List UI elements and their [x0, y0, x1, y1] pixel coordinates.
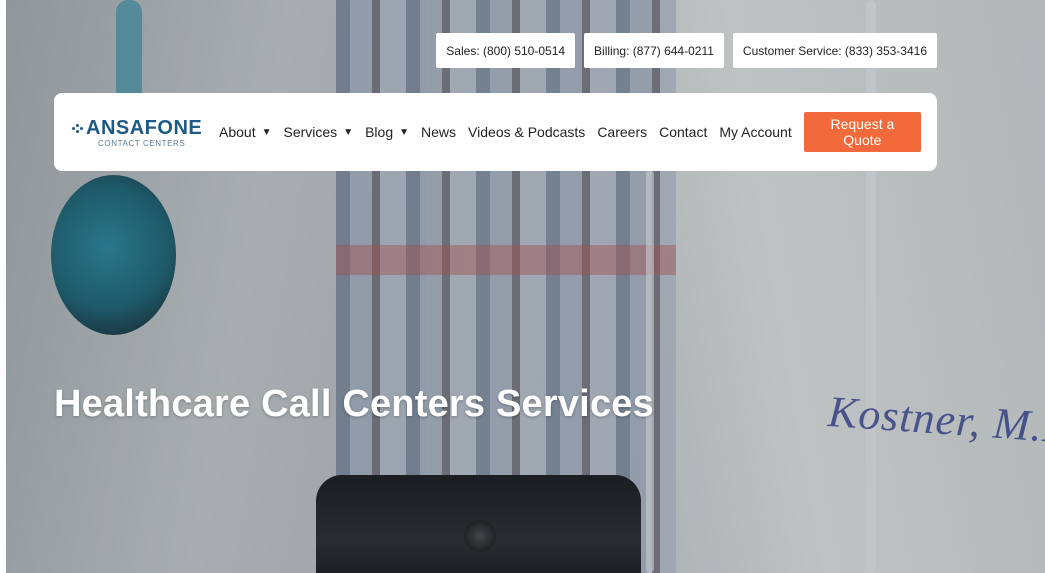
lab-coat-left [6, 0, 426, 573]
lab-coat-right [616, 0, 1045, 573]
nav-item-label: Services [283, 124, 338, 140]
nav-item-careers[interactable]: Careers [597, 124, 647, 140]
page-title: Healthcare Call Centers Services [54, 383, 654, 425]
shirt-stripe [336, 245, 676, 275]
nav-item-label: About [219, 124, 256, 140]
caret-down-icon: ▼ [343, 126, 354, 138]
nav-item-services[interactable]: Services ▼ [284, 124, 354, 140]
stethoscope-tube-center [646, 170, 654, 573]
caret-down-icon: ▼ [399, 126, 410, 138]
nav-menu: About ▼ Services ▼ Blog ▼ News Videos & … [219, 124, 804, 140]
billing-phone-link[interactable]: Billing: (877) 644-0211 [584, 33, 724, 68]
coat-embroidery: Kostner, M.D. [826, 386, 1045, 455]
image-overlay [6, 0, 1045, 573]
stethoscope-tube-right [866, 0, 876, 573]
nav-item-label: Blog [365, 124, 394, 140]
nav-item-about[interactable]: About ▼ [219, 124, 272, 140]
request-quote-button[interactable]: Request a Quote [803, 112, 921, 152]
logo-tagline: CONTACT CENTERS [98, 138, 186, 148]
caret-down-icon: ▼ [261, 126, 272, 138]
stethoscope-chestpiece [51, 175, 176, 335]
nav-item-news[interactable]: News [421, 124, 456, 140]
nav-item-my-account[interactable]: My Account [719, 124, 791, 140]
customer-service-phone-link[interactable]: Customer Service: (833) 353-3416 [732, 33, 937, 68]
hero-background: Kostner, M.D. [6, 0, 1045, 573]
logo-wordmark: ANSAFONE [86, 116, 203, 139]
mobile-phone [316, 475, 641, 573]
phone-bar: Sales: (800) 510-0514 Billing: (877) 644… [436, 33, 937, 68]
sales-phone-link[interactable]: Sales: (800) 510-0514 [436, 33, 576, 68]
main-navbar: ANSAFONE CONTACT CENTERS About ▼ Service… [54, 93, 937, 171]
ansafone-logo[interactable]: ANSAFONE CONTACT CENTERS [70, 117, 205, 148]
nav-item-blog[interactable]: Blog ▼ [365, 124, 409, 140]
phone-camera [464, 520, 496, 552]
logo-dots-icon [70, 121, 84, 135]
nav-item-videos-podcasts[interactable]: Videos & Podcasts [468, 124, 585, 140]
plaid-shirt [336, 0, 676, 573]
nav-item-contact[interactable]: Contact [659, 124, 707, 140]
